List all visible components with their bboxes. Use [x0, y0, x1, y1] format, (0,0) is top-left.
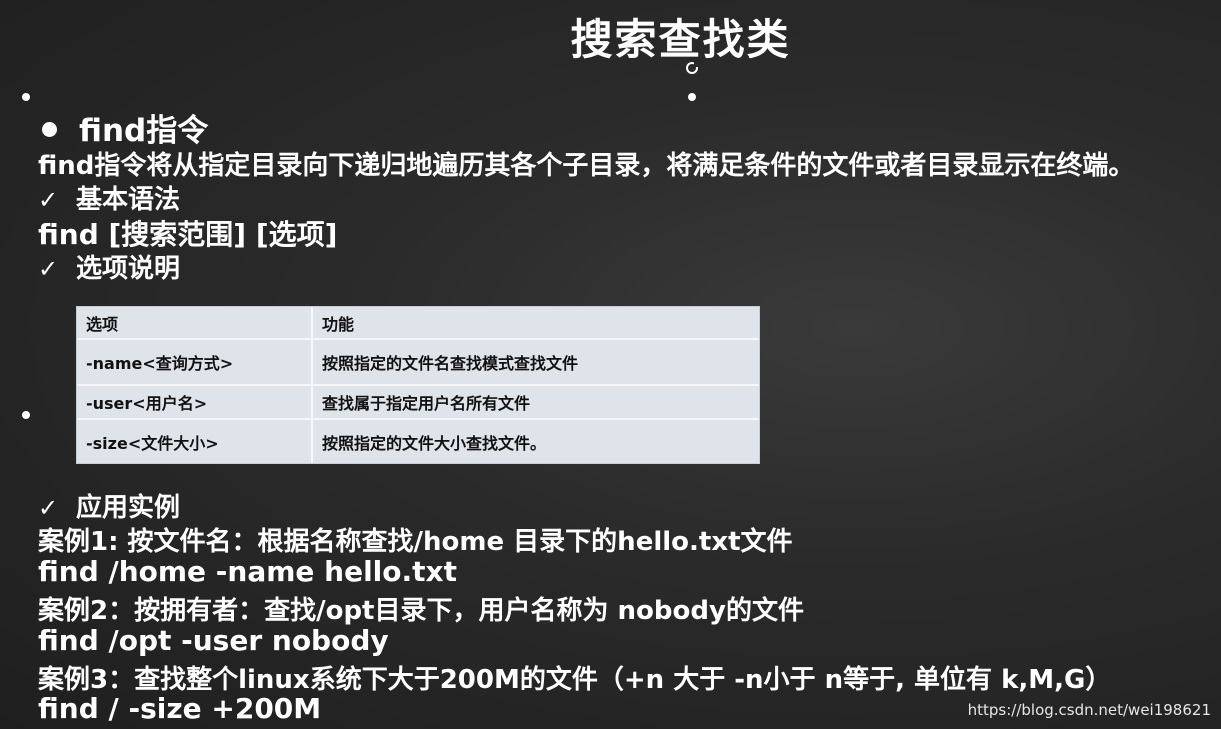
- table-row: -name<查询方式> 按照指定的文件名查找模式查找文件: [77, 339, 759, 386]
- section-heading: find指令: [38, 105, 208, 150]
- syntax-heading-text: 基本语法: [76, 185, 181, 215]
- check-icon: ✓: [38, 255, 59, 283]
- bullet-icon: [42, 122, 57, 137]
- syntax-line: find [搜索范围] [选项]: [38, 218, 338, 251]
- examples-heading: ✓ 应用实例: [38, 487, 180, 524]
- options-heading-text: 选项说明: [76, 254, 181, 284]
- check-icon: ✓: [38, 494, 59, 522]
- resize-handle-left[interactable]: [22, 411, 30, 419]
- options-table: 选项 功能 -name<查询方式> 按照指定的文件名查找模式查找文件 -user…: [76, 306, 760, 464]
- table-cell-option: -size<文件大小>: [77, 419, 313, 463]
- table-row: -size<文件大小> 按照指定的文件大小查找文件。: [77, 419, 759, 463]
- description: find指令将从指定目录向下递归地遍历其各个子目录，将满足条件的文件或者目录显示…: [38, 151, 1135, 181]
- table-cell-function: 查找属于指定用户名所有文件: [312, 385, 759, 420]
- options-heading: ✓ 选项说明: [38, 248, 180, 285]
- table-cell-option: -name<查询方式>: [77, 339, 313, 386]
- example-line: 案例1: 按文件名：根据名称查找/home 目录下的hello.txt文件: [38, 527, 793, 557]
- table-row: -user<用户名> 查找属于指定用户名所有文件: [77, 385, 759, 420]
- examples-heading-text: 应用实例: [76, 493, 181, 523]
- slide: 搜索查找类 find指令 find指令将从指定目录向下递归地遍历其各个子目录，将…: [0, 0, 1221, 729]
- rotate-handle-icon[interactable]: [686, 62, 699, 74]
- watermark: https://blog.csdn.net/wei198621: [967, 701, 1211, 719]
- table-cell-function: 按照指定的文件大小查找文件。: [322, 433, 547, 453]
- example-command: find /opt -user nobody: [38, 624, 389, 657]
- table-header-function: 功能: [312, 307, 759, 340]
- table-header-row: 选项 功能: [77, 307, 759, 340]
- slide-title: 搜索查找类: [570, 15, 791, 64]
- table-cell-option: -user<用户名>: [77, 385, 313, 420]
- check-icon: ✓: [38, 186, 59, 214]
- example-line: 案例3：查找整个linux系统下大于200M的文件（+n 大于 -n小于 n等于…: [38, 665, 1112, 695]
- example-line: 案例2：按拥有者：查找/opt目录下，用户名称为 nobody的文件: [38, 596, 804, 626]
- section-heading-text: find指令: [79, 113, 209, 149]
- table-header-option: 选项: [77, 307, 313, 340]
- table-cell-function: 按照指定的文件名查找模式查找文件: [312, 339, 759, 386]
- example-command: find / -size +200M: [38, 692, 322, 725]
- example-command: find /home -name hello.txt: [38, 555, 457, 588]
- resize-handle-top-left[interactable]: [22, 93, 30, 101]
- resize-handle-top[interactable]: [688, 93, 696, 101]
- syntax-heading: ✓ 基本语法: [38, 179, 180, 216]
